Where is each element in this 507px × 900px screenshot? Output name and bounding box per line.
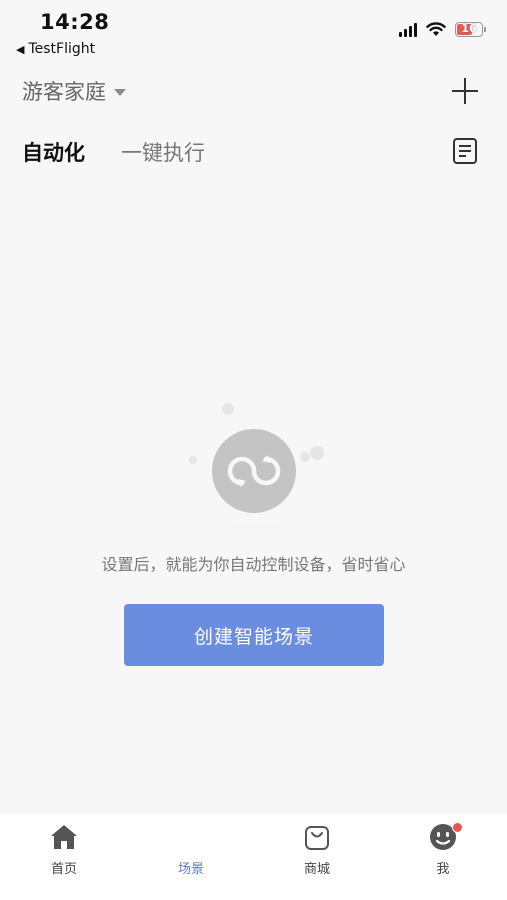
log-icon[interactable] xyxy=(452,137,478,165)
tabbar-item-home[interactable]: 首页 xyxy=(14,814,114,900)
home-selector[interactable]: 游客家庭 xyxy=(22,76,126,106)
status-icons: 16 xyxy=(399,22,486,37)
tab-automation[interactable]: 自动化 xyxy=(22,137,85,167)
shopping-bag-icon xyxy=(305,826,329,850)
notification-badge xyxy=(452,822,463,833)
caret-down-icon xyxy=(114,89,126,96)
back-arrow-icon: ◀ xyxy=(16,42,25,56)
cellular-signal-icon xyxy=(399,22,417,37)
home-name: 游客家庭 xyxy=(22,80,106,104)
back-to-app-button[interactable]: ◀ TestFlight xyxy=(16,41,95,57)
empty-scene-illustration xyxy=(170,403,340,535)
create-scene-button[interactable]: 创建智能场景 xyxy=(124,604,384,666)
empty-state-message: 设置后，就能为你自动控制设备，省时省心 xyxy=(101,555,406,574)
tabbar-item-me[interactable]: 我 xyxy=(393,814,493,900)
wifi-icon xyxy=(426,22,446,36)
tabbar-label-me: 我 xyxy=(436,862,450,877)
back-app-label: TestFlight xyxy=(28,41,96,57)
home-icon xyxy=(51,825,77,849)
battery-icon: 16 xyxy=(455,22,486,37)
battery-level: 16 xyxy=(461,22,477,35)
bottom-tab-bar: 首页 场景 商城 我 xyxy=(0,814,507,900)
tabbar-label-home: 首页 xyxy=(50,862,77,877)
add-icon[interactable] xyxy=(448,74,482,108)
tabbar-label-scene: 场景 xyxy=(177,862,204,877)
status-time: 14:28 xyxy=(40,10,110,34)
tabbar-item-mall[interactable]: 商城 xyxy=(267,814,367,900)
tab-one-tap[interactable]: 一键执行 xyxy=(121,137,205,167)
tabbar-item-scene[interactable]: 场景 xyxy=(141,814,241,900)
tabbar-label-mall: 商城 xyxy=(303,862,330,877)
status-bar: 14:28 ◀ TestFlight 16 xyxy=(0,0,507,64)
